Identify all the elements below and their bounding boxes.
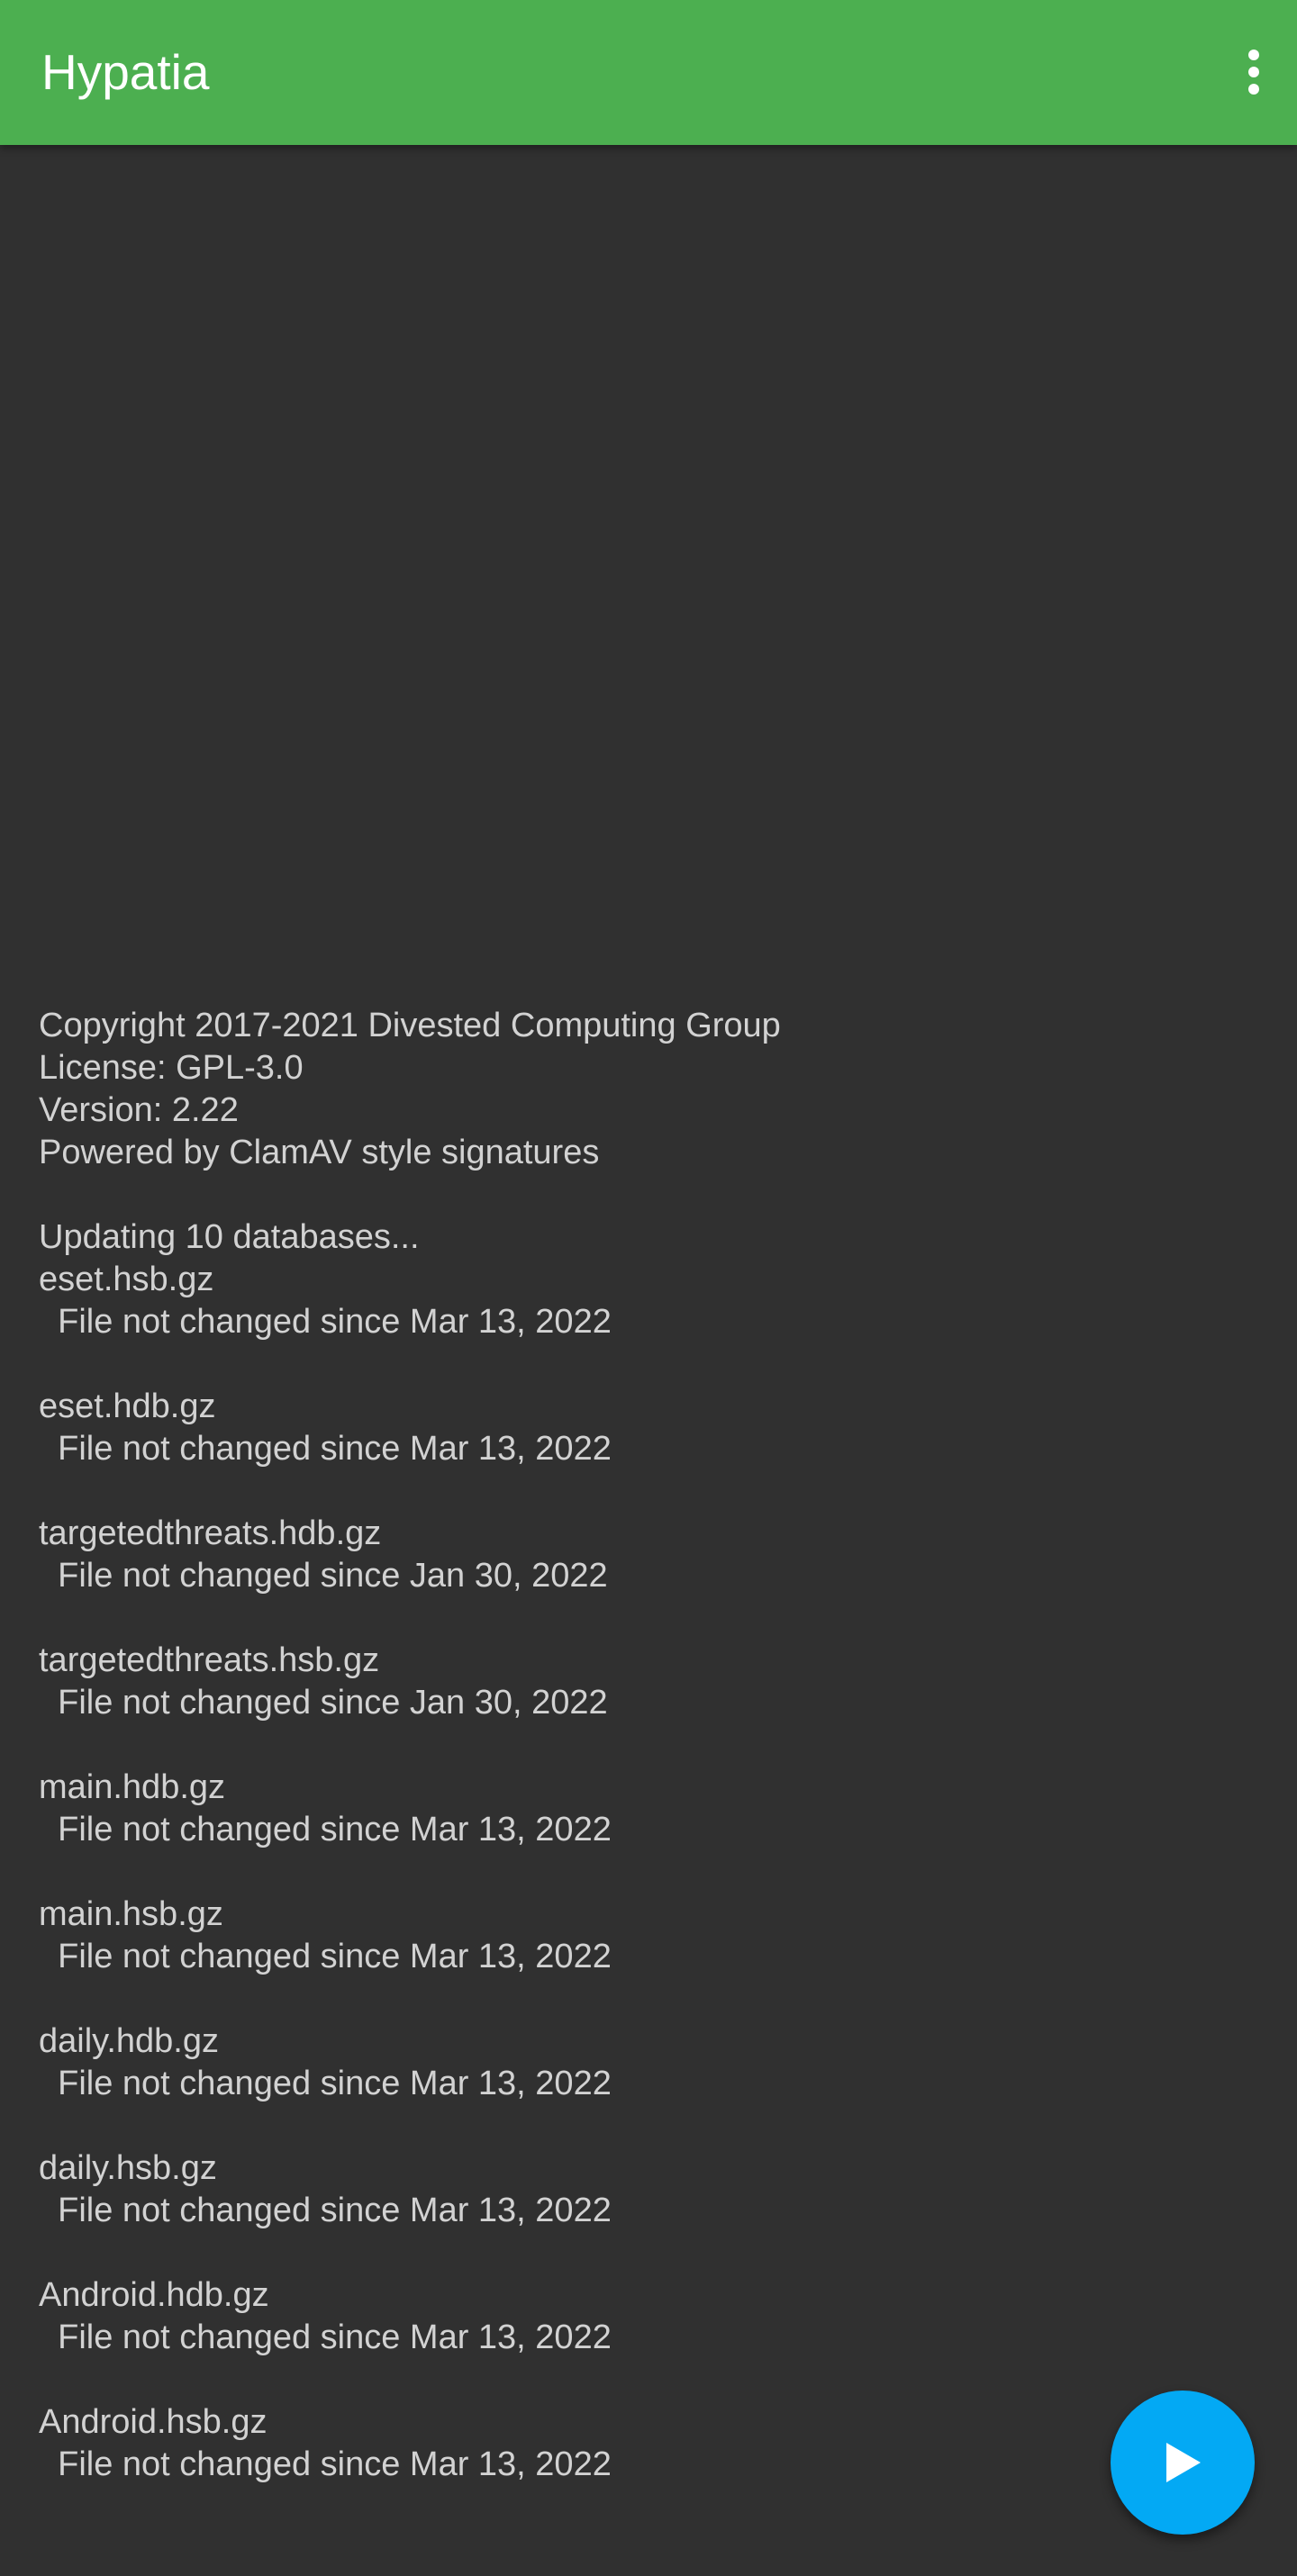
app-bar: Hypatia — [0, 0, 1297, 145]
version-line: Version: 2.22 — [39, 1091, 239, 1129]
log-spacer — [39, 2105, 1246, 2147]
copyright-line: Copyright 2017-2021 Divested Computing G… — [39, 1007, 781, 1044]
log-spacer — [39, 1470, 1246, 1513]
log-spacer — [39, 1978, 1246, 2020]
log-spacer — [39, 1851, 1246, 1894]
log-spacer — [39, 1597, 1246, 1640]
update-status-line: Updating 10 databases... — [39, 1218, 420, 1256]
log-spacer — [39, 1724, 1246, 1767]
play-icon — [1166, 2443, 1201, 2482]
overflow-menu-button[interactable] — [1211, 36, 1297, 108]
log-spacer — [39, 1174, 1246, 1216]
license-line: License: GPL-3.0 — [39, 1049, 304, 1087]
database-status: File not changed since Jan 30, 2022 — [39, 1557, 608, 1595]
database-name: eset.hdb.gz — [39, 1387, 216, 1425]
database-status: File not changed since Mar 13, 2022 — [39, 2192, 612, 2229]
database-name: daily.hdb.gz — [39, 2022, 219, 2060]
database-name: targetedthreats.hdb.gz — [39, 1514, 382, 1552]
more-vert-icon — [1248, 50, 1259, 95]
database-status: File not changed since Mar 13, 2022 — [39, 1303, 612, 1341]
database-status: File not changed since Mar 13, 2022 — [39, 2065, 612, 2102]
start-scan-button[interactable] — [1111, 2391, 1255, 2535]
log-spacer — [39, 1343, 1246, 1386]
powered-by-line: Powered by ClamAV style signatures — [39, 1134, 600, 1171]
database-status: File not changed since Mar 13, 2022 — [39, 2445, 612, 2483]
database-name: eset.hsb.gz — [39, 1261, 214, 1298]
database-name: main.hdb.gz — [39, 1768, 226, 1806]
database-status: File not changed since Mar 13, 2022 — [39, 1811, 612, 1848]
database-name: Android.hdb.gz — [39, 2276, 269, 2314]
app-title: Hypatia — [41, 44, 210, 100]
database-status: File not changed since Mar 13, 2022 — [39, 1938, 612, 1975]
database-name: daily.hsb.gz — [39, 2149, 217, 2187]
database-name: Android.hsb.gz — [39, 2403, 268, 2441]
log-output: Copyright 2017-2021 Divested Computing G… — [39, 1005, 1246, 2486]
database-status: File not changed since Jan 30, 2022 — [39, 1684, 608, 1722]
database-status: File not changed since Mar 13, 2022 — [39, 1430, 612, 1468]
database-status: File not changed since Mar 13, 2022 — [39, 2318, 612, 2356]
database-name: targetedthreats.hsb.gz — [39, 1641, 380, 1679]
log-spacer — [39, 2232, 1246, 2274]
log-spacer — [39, 2359, 1246, 2401]
database-name: main.hsb.gz — [39, 1895, 223, 1933]
